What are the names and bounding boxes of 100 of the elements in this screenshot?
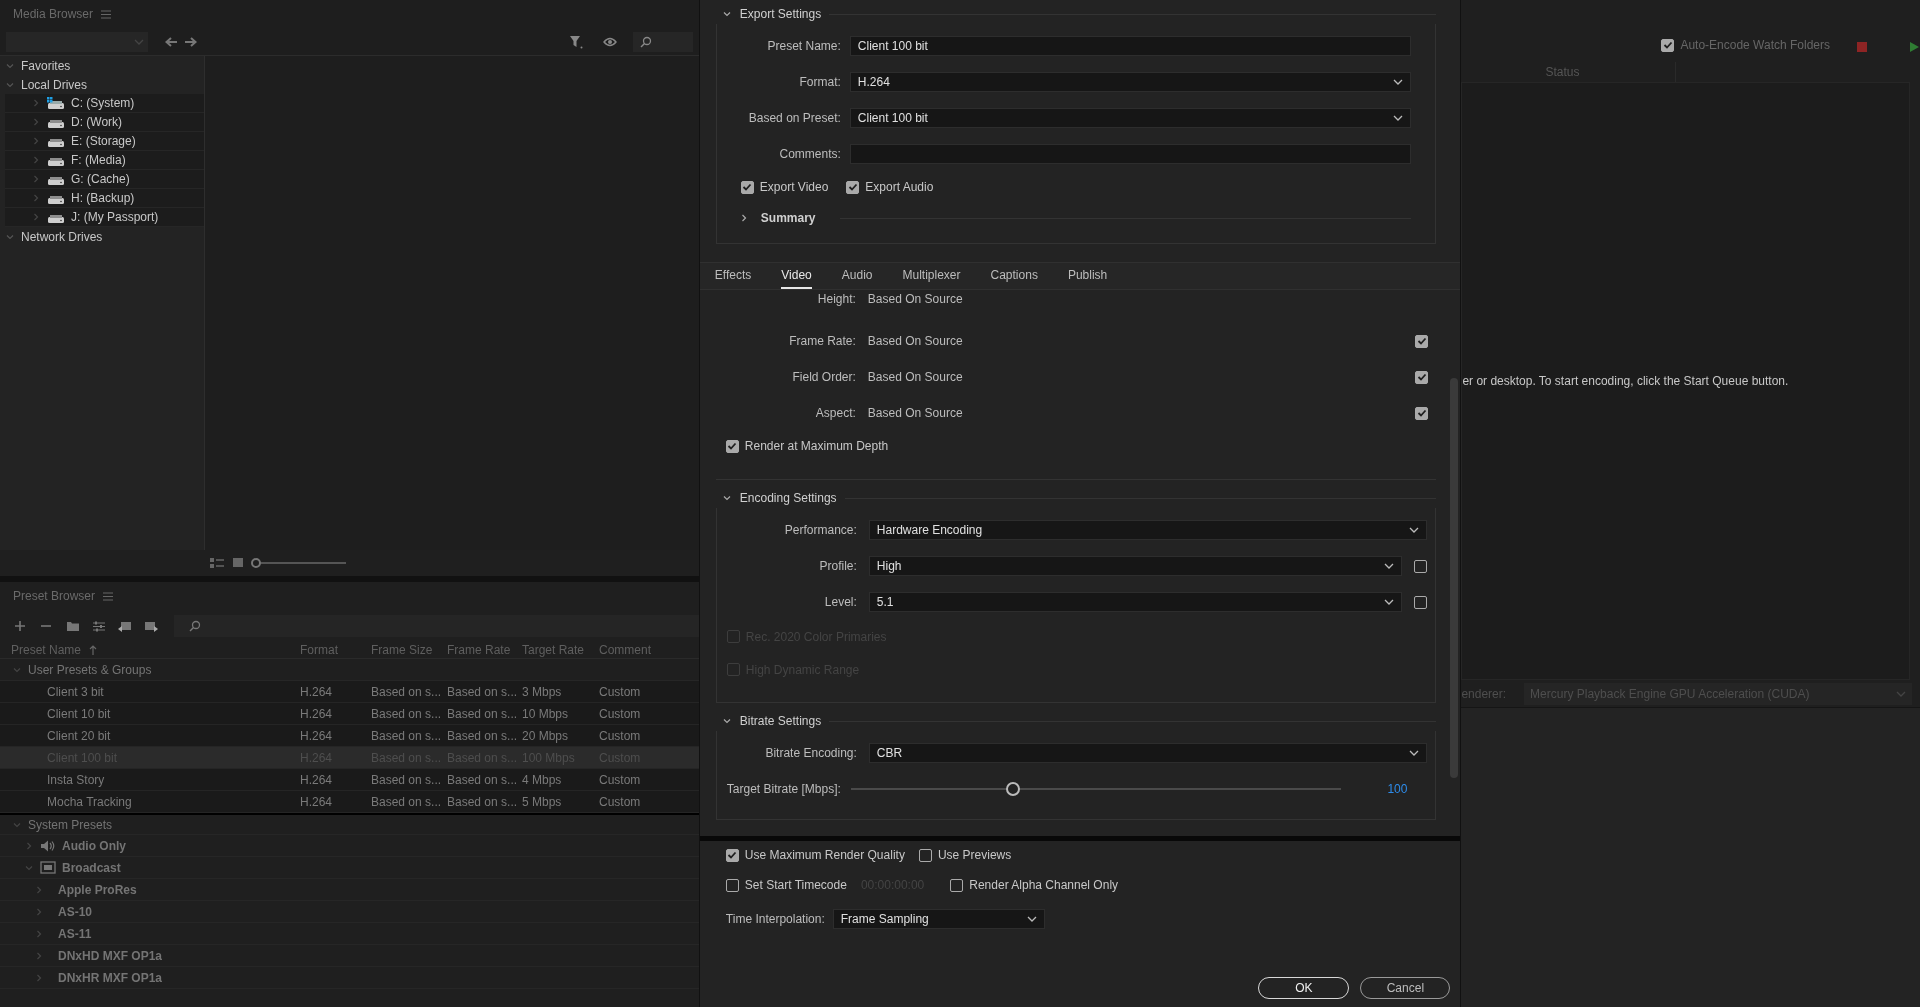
checkbox[interactable] xyxy=(740,180,754,194)
dropdown[interactable]: CBR xyxy=(868,743,1428,763)
checkbox-label: Export Audio xyxy=(865,179,934,196)
table-row[interactable]: Insta Story H.264 Based on s... Based on s... 4 Mbps Custom xyxy=(0,769,699,791)
back-arrow-icon[interactable] xyxy=(164,35,178,48)
field-value: Based On Source xyxy=(866,405,964,422)
table-row[interactable]: Mocha Tracking H.264 Based on s... Based on s... 5 Mbps Custom xyxy=(0,791,699,813)
tree-item[interactable]: C: (System) xyxy=(5,94,204,113)
forward-arrow-icon[interactable] xyxy=(184,35,198,48)
checkbox[interactable] xyxy=(1415,370,1429,384)
table-cell-text: Custom xyxy=(599,793,642,811)
table-cell-text: Based on s... xyxy=(447,683,519,701)
table-cell-text: Based on s... xyxy=(447,727,519,745)
dropdown[interactable]: High xyxy=(868,556,1403,576)
checkbox[interactable] xyxy=(846,180,860,194)
table-row[interactable]: Client 3 bit H.264 Based on s... Based on s... 3 Mbps Custom xyxy=(0,681,699,703)
scrollbar[interactable] xyxy=(1450,378,1459,778)
tree-item[interactable]: AS-11 xyxy=(0,923,699,945)
table-cell-text: Based on s... xyxy=(371,705,443,723)
filter-icon[interactable] xyxy=(568,34,583,49)
table-cell-text: Client 3 bit xyxy=(46,683,105,701)
search-field[interactable] xyxy=(174,615,699,637)
table-cell-text: H.264 xyxy=(300,727,334,745)
checkbox[interactable] xyxy=(725,439,739,453)
checkbox[interactable] xyxy=(950,878,964,892)
zoom-slider[interactable] xyxy=(252,558,346,568)
menu-icon[interactable] xyxy=(101,9,112,19)
plus-icon[interactable] xyxy=(14,620,28,632)
sliders-icon[interactable] xyxy=(92,620,106,632)
eye-icon[interactable] xyxy=(602,35,619,48)
tree-item[interactable]: Apple ProRes xyxy=(0,879,699,901)
field-label: Performance: xyxy=(783,522,857,539)
checkbox[interactable] xyxy=(725,848,739,862)
tree-item[interactable]: Favorites xyxy=(5,56,204,75)
tree-item[interactable]: Broadcast xyxy=(0,857,699,879)
tab[interactable]: Effects xyxy=(714,263,752,289)
tab[interactable]: Video xyxy=(781,263,812,289)
table-row[interactable]: Client 10 bit H.264 Based on s... Based on s... 10 Mbps Custom xyxy=(0,703,699,725)
table-cell-text: Based on s... xyxy=(371,727,443,745)
field-value: Based On Source xyxy=(866,291,964,308)
chevron-down-icon[interactable] xyxy=(721,716,732,726)
checkbox[interactable] xyxy=(1414,559,1428,573)
slider-value[interactable]: 100 xyxy=(1387,780,1428,798)
tree-item[interactable]: Network Drives xyxy=(5,227,204,246)
field-label: Level: xyxy=(823,594,857,611)
search-field[interactable] xyxy=(632,31,693,52)
section-title: Export Settings xyxy=(739,6,822,23)
slider[interactable] xyxy=(850,782,1342,796)
dropdown[interactable]: 5.1 xyxy=(868,592,1403,612)
checkbox[interactable] xyxy=(1661,38,1675,52)
stop-icon[interactable] xyxy=(1856,41,1868,53)
table-row[interactable]: Client 20 bit H.264 Based on s... Based on s... 20 Mbps Custom xyxy=(0,725,699,747)
checkbox[interactable] xyxy=(918,848,932,862)
export-icon[interactable] xyxy=(144,620,158,632)
table-cell-text: Based on s... xyxy=(371,793,443,811)
checkbox[interactable] xyxy=(1415,406,1429,420)
table-cell-text: 3 Mbps xyxy=(522,683,563,701)
tree-item[interactable]: F: (Media) xyxy=(5,151,204,170)
tab[interactable]: Audio xyxy=(841,263,873,289)
field-label: Bitrate Encoding: xyxy=(764,745,857,762)
field-label: Height: xyxy=(816,291,856,308)
section-title[interactable]: Summary xyxy=(760,209,816,227)
tree-item[interactable]: AS-10 xyxy=(0,901,699,923)
tree-item[interactable]: DNxHD MXF OP1a xyxy=(0,945,699,967)
dropdown[interactable]: Frame Sampling xyxy=(832,909,1045,929)
panel-title: Preset Browser xyxy=(13,588,96,605)
dropdown[interactable]: Hardware Encoding xyxy=(868,520,1428,540)
dropdown[interactable]: H.264 xyxy=(849,72,1412,92)
chevron-down-icon[interactable] xyxy=(721,493,732,503)
tv-icon xyxy=(40,860,56,875)
panel-title: Media Browser xyxy=(13,6,94,23)
field-label: Aspect: xyxy=(814,405,856,422)
menu-icon[interactable] xyxy=(103,591,114,601)
tab[interactable]: Multiplexer xyxy=(902,263,961,289)
tree-item[interactable]: Local Drives xyxy=(5,75,204,94)
import-icon[interactable] xyxy=(118,620,132,632)
field-label: Based on Preset: xyxy=(747,110,841,127)
table-cell-text: H.264 xyxy=(300,683,334,701)
chevron-down-icon xyxy=(1896,689,1906,698)
dropdown[interactable]: Client 100 bit xyxy=(849,108,1412,128)
checkbox[interactable] xyxy=(1415,334,1429,348)
folder-icon[interactable] xyxy=(66,620,80,632)
tree-item[interactable]: H: (Backup) xyxy=(5,189,204,208)
checkbox[interactable] xyxy=(725,878,739,892)
tab[interactable]: Captions xyxy=(990,263,1038,289)
list-view-icon[interactable] xyxy=(210,557,224,569)
chevron-down-icon xyxy=(1026,915,1037,923)
tree-item[interactable]: D: (Work) xyxy=(5,113,204,132)
chevron-down-icon[interactable] xyxy=(721,9,732,19)
tree-item[interactable]: DNxHR MXF OP1a xyxy=(0,967,699,989)
play-icon[interactable] xyxy=(1908,41,1920,53)
input-field[interactable]: Client 100 bit xyxy=(849,36,1412,56)
tree-item[interactable]: J: (My Passport) xyxy=(5,208,204,227)
checkbox[interactable] xyxy=(1414,595,1428,609)
thumbnail-view-icon[interactable] xyxy=(232,557,244,569)
tree-item[interactable]: Audio Only xyxy=(0,835,699,857)
tree-item[interactable]: G: (Cache) xyxy=(5,170,204,189)
tab[interactable]: Publish xyxy=(1067,263,1108,289)
table-cell-text: H.264 xyxy=(300,793,334,811)
tree-item[interactable]: E: (Storage) xyxy=(5,132,204,151)
